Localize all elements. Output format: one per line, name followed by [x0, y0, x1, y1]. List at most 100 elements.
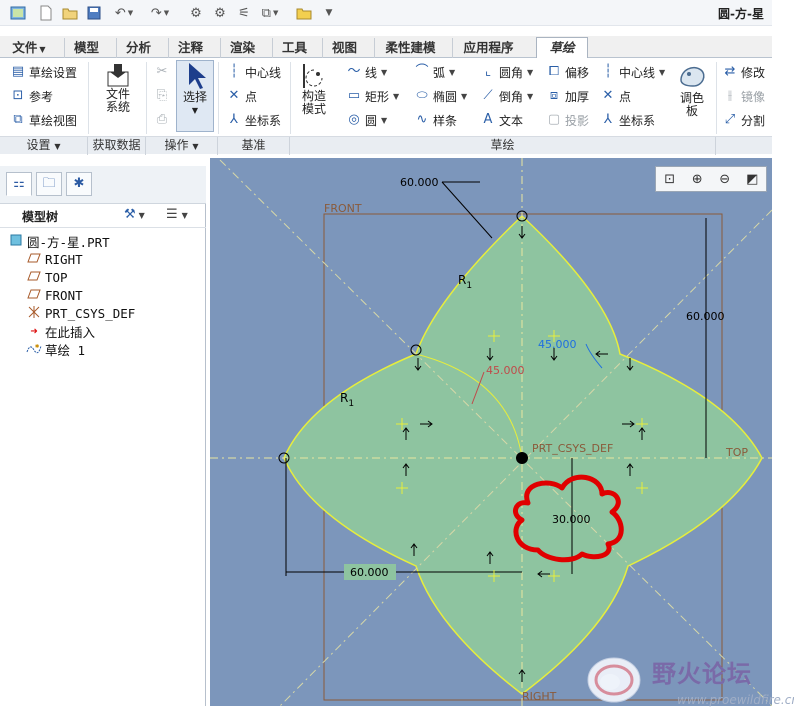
dim-top-width[interactable]: 60.000 — [400, 176, 439, 189]
regenerate-manager-icon[interactable]: ⚙ — [210, 3, 230, 23]
dim-radius[interactable]: 30.000 — [552, 513, 591, 526]
file-system-button[interactable]: 文件系统 — [96, 62, 140, 114]
group-operations[interactable]: 操作 ▼ — [146, 137, 218, 155]
save-icon[interactable] — [84, 3, 104, 23]
tab-applications[interactable]: 应用程序 — [452, 38, 524, 58]
select-button[interactable]: 选择 ▼ — [176, 60, 214, 132]
references-button[interactable]: ⊡ 参考 — [10, 86, 53, 106]
tab-file[interactable]: 文件 ▼ — [6, 38, 52, 58]
customize-icon[interactable]: ▼ — [322, 3, 336, 23]
ribbon-separator — [218, 62, 219, 134]
fillet-button[interactable]: ⌞ 圆角 ▼ — [480, 62, 533, 82]
sketch-centerline-button[interactable]: ┆ 中心线 ▼ — [600, 62, 665, 82]
dim-leader-top — [441, 181, 493, 239]
tree-item-sketch[interactable]: ✱ 草绘 1 — [26, 340, 85, 358]
tab-view[interactable]: 视图 — [322, 38, 366, 58]
ellipse-icon: ⬭ — [416, 88, 428, 103]
palette-button[interactable]: 调色板 — [674, 62, 710, 118]
chamfer-button[interactable]: ⟋ 倒角 ▼ — [480, 86, 533, 106]
line-button[interactable]: 〜线 ▼ — [346, 62, 387, 82]
divide-button[interactable]: ⤢ 分割 — [722, 110, 765, 130]
folder-icon[interactable] — [294, 3, 314, 23]
centerline-icon: ┆ — [604, 64, 612, 79]
repaint-icon[interactable]: ◩ — [741, 169, 763, 189]
tab-tools[interactable]: 工具 — [272, 38, 316, 58]
datum-centerline-button[interactable]: ┆ 中心线 — [226, 62, 281, 82]
mirror-button[interactable]: ⫲ 镜像 — [722, 86, 765, 106]
zoom-out-icon[interactable]: ⊖ — [714, 169, 736, 189]
windows-icon[interactable]: ⚟ — [234, 3, 254, 23]
tab-render[interactable]: 渲染 — [220, 38, 264, 58]
redo-icon[interactable]: ↷ ▼ — [146, 3, 174, 23]
folder-browser-tab-icon[interactable]: 🗀 — [36, 172, 62, 196]
tree-item-part[interactable]: 圆-方-星.PRT — [8, 232, 110, 250]
tab-analysis[interactable]: 分析 — [116, 38, 160, 58]
zoom-in-icon[interactable]: ⊕ — [686, 169, 708, 189]
tree-item-right[interactable]: RIGHT — [26, 250, 83, 268]
chevron-down-icon: ▼ — [191, 106, 199, 115]
csys-origin-icon — [516, 452, 528, 464]
model-tree-title: 模型树 — [22, 210, 59, 224]
model-tree-tab-icon[interactable]: ⚏ — [6, 172, 32, 196]
dim-right-height[interactable]: 60.000 — [686, 310, 725, 323]
tree-item-front[interactable]: FRONT — [26, 286, 83, 304]
spline-button[interactable]: ∿ 样条 — [414, 110, 457, 130]
tab-annotate[interactable]: 注释 — [168, 38, 212, 58]
copy-button[interactable]: ⎘ — [154, 86, 173, 106]
datum-plane-icon — [26, 270, 42, 285]
favorites-tab-icon[interactable]: ✱ — [66, 172, 92, 196]
datum-csys-button[interactable]: ⅄ 坐标系 — [226, 110, 281, 130]
tree-settings-icon[interactable]: ⚒ ▼ — [124, 207, 145, 222]
arc-icon: ⌒ — [415, 64, 429, 79]
tree-filters-icon[interactable]: ☰ ▼ — [166, 207, 188, 222]
project-button[interactable]: ▢ 投影 — [546, 110, 589, 130]
offset-button[interactable]: ⧠ 偏移 — [546, 62, 589, 82]
sketch-view-icon: ⧉ — [13, 112, 23, 127]
tree-item-insert-here[interactable]: ➜ 在此插入 — [26, 322, 95, 340]
rectangle-button[interactable]: ▭ 矩形 ▼ — [346, 86, 399, 106]
close-window-icon[interactable]: ⧉ ▼ — [256, 3, 284, 23]
regenerate-icon[interactable]: ⚙ — [186, 3, 206, 23]
construction-mode-button[interactable]: 构造模式 — [296, 62, 332, 116]
group-setup[interactable]: 设置 ▼ — [0, 137, 88, 155]
model-tree-header: 模型树 ⚒ ▼ ☰ ▼ — [0, 204, 206, 228]
cut-button[interactable]: ✂ — [154, 62, 173, 82]
text-button[interactable]: A 文本 — [480, 110, 523, 130]
ellipse-button[interactable]: ⬭ 椭圆 ▼ — [414, 86, 467, 106]
refit-icon[interactable]: ⊡ — [659, 169, 681, 189]
dim-bottom-width[interactable]: 60.000 — [350, 566, 389, 579]
tab-sketch[interactable]: 草绘 — [536, 37, 588, 59]
line-icon: 〜 — [347, 64, 361, 79]
tree-item-csys[interactable]: PRT_CSYS_DEF — [26, 304, 135, 322]
point-icon: ✕ — [602, 88, 614, 103]
construction-mode-icon — [303, 64, 323, 88]
part-icon — [8, 234, 24, 249]
tab-model[interactable]: 模型 — [64, 38, 108, 58]
sketch-csys-button[interactable]: ⅄ 坐标系 — [600, 110, 655, 130]
paste-button[interactable]: ⎙ — [154, 110, 173, 130]
sketch-setup-button[interactable]: ▤ 草绘设置 — [10, 62, 77, 82]
references-icon: ⊡ — [12, 88, 24, 103]
circle-button[interactable]: ◎ 圆 ▼ — [346, 110, 387, 130]
datum-point-button[interactable]: ✕ 点 — [226, 86, 257, 106]
new-icon[interactable] — [36, 3, 56, 23]
group-datum: 基准 — [218, 137, 290, 155]
arc-button[interactable]: ⌒ 弧 ▼ — [414, 62, 455, 82]
sketch-point-button[interactable]: ✕ 点 — [600, 86, 631, 106]
tree-item-top[interactable]: TOP — [26, 268, 68, 286]
undo-icon[interactable]: ↶ ▼ — [110, 3, 138, 23]
sketch-canvas[interactable]: 60.000 60.000 60.000 30.000 45.000 45.00… — [210, 158, 772, 706]
dim-angle-blue[interactable]: 45.000 — [538, 338, 577, 351]
spline-icon: ∿ — [416, 112, 428, 127]
sketch-view-button[interactable]: ⧉ 草绘视图 — [10, 110, 77, 130]
tab-flexible-modeling[interactable]: 柔性建模 — [374, 38, 446, 58]
app-icon[interactable] — [8, 3, 28, 23]
modify-button[interactable]: ⇄ 修改 — [722, 62, 765, 82]
group-sketch: 草绘 — [290, 137, 716, 155]
quick-access-toolbar: ↶ ▼ ↷ ▼ ⚙ ⚙ ⚟ ⧉ ▼ ▼ 圆-方-星 — [0, 0, 772, 26]
dim-angle-red[interactable]: 45.000 — [486, 364, 525, 377]
graphics-window[interactable]: 60.000 60.000 60.000 30.000 45.000 45.00… — [210, 158, 772, 706]
group-get-data: 获取数据 — [88, 137, 146, 155]
thicken-button[interactable]: ⧈ 加厚 — [546, 86, 589, 106]
open-icon[interactable] — [60, 3, 80, 23]
